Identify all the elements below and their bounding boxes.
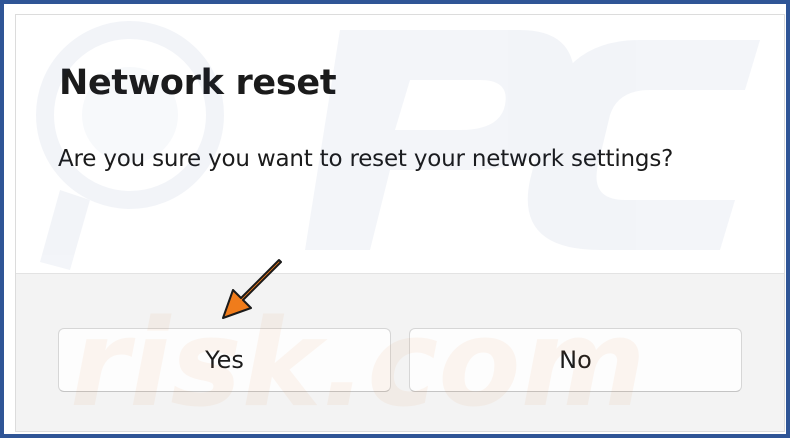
dialog-title: Network reset — [59, 63, 337, 103]
dialog-content: Network reset Are you sure you want to r… — [16, 15, 784, 273]
screenshot-frame: Network reset Are you sure you want to r… — [0, 0, 790, 438]
dialog-footer: Yes No — [16, 273, 784, 431]
dialog-message: Are you sure you want to reset your netw… — [58, 146, 674, 172]
no-button[interactable]: No — [409, 328, 742, 392]
network-reset-dialog: Network reset Are you sure you want to r… — [15, 14, 785, 432]
yes-button[interactable]: Yes — [58, 328, 391, 392]
